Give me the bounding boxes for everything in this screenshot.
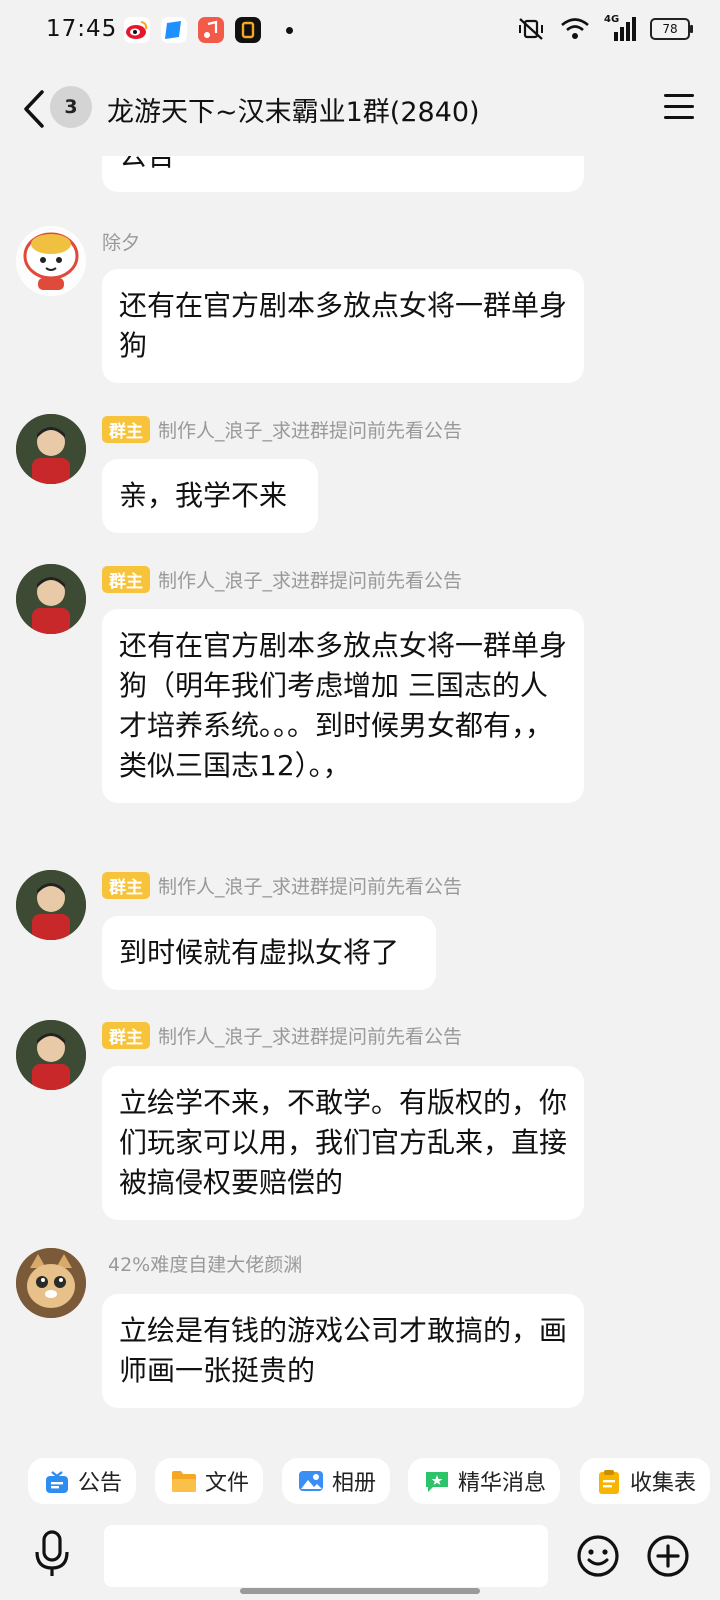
message-text: 立绘是有钱的游戏公司才敢搞的，画师画一张挺贵的 xyxy=(119,1314,568,1387)
album-icon xyxy=(298,1469,324,1493)
message-text: 公告 xyxy=(119,156,175,172)
music-app-icon xyxy=(198,17,224,43)
sender-row: 群主 制作人_浪子_求进群提问前先看公告 xyxy=(102,566,462,593)
page-title[interactable]: 龙游天下~汉末霸业1群(2840) xyxy=(107,90,480,129)
chip-label: 公告 xyxy=(78,1471,123,1496)
home-indicator[interactable] xyxy=(240,1588,480,1594)
message-bubble[interactable]: 还有在官方剧本多放点女将一群单身狗（明年我们考虑增加 三国志的人才培养系统。。。… xyxy=(102,609,584,803)
hamburger-icon-line xyxy=(664,94,694,97)
weibo-icon xyxy=(124,17,150,43)
avatar[interactable] xyxy=(16,1248,86,1318)
message-text: 还有在官方剧本多放点女将一群单身狗（明年我们考虑增加 三国志的人才培养系统。。。… xyxy=(119,629,568,782)
chat-header: 3 龙游天下~汉末霸业1群(2840) xyxy=(0,64,720,156)
sender-row: 群主 制作人_浪子_求进群提问前先看公告 xyxy=(102,416,462,443)
owner-badge: 群主 xyxy=(102,416,150,443)
more-notifications-dot xyxy=(286,26,293,34)
message-bubble[interactable]: 立绘是有钱的游戏公司才敢搞的，画师画一张挺贵的 xyxy=(102,1294,584,1408)
battery-icon: 78 xyxy=(650,18,693,40)
plus-circle-icon xyxy=(647,1535,689,1577)
message-text: 亲，我学不来 xyxy=(119,479,288,512)
avatar[interactable] xyxy=(16,1020,86,1090)
quick-action-bar: 公告 文件 相册 精华消息 收集表 xyxy=(0,1446,720,1518)
message-input[interactable] xyxy=(104,1525,548,1587)
menu-button[interactable] xyxy=(664,94,694,120)
chip-label: 相册 xyxy=(332,1471,377,1496)
hamburger-icon-line xyxy=(664,105,694,108)
files-button[interactable]: 文件 xyxy=(155,1458,264,1504)
more-actions-button[interactable] xyxy=(646,1534,690,1578)
sender-name[interactable]: 42%难度自建大佬颜渊 xyxy=(108,1250,302,1277)
signal-icon: 4G xyxy=(604,14,636,42)
blue-app-icon xyxy=(161,17,187,43)
microphone-icon xyxy=(35,1530,69,1576)
battery-level: 78 xyxy=(662,22,678,36)
message-bubble[interactable]: 立绘学不来，不敢学。有版权的，你们玩家可以用，我们官方乱来，直接被搞侵权要赔偿的 xyxy=(102,1066,584,1220)
message-bubble[interactable]: 还有在官方剧本多放点女将一群单身狗 xyxy=(102,269,584,383)
message-bubble[interactable]: 亲，我学不来 xyxy=(102,459,318,533)
message-list[interactable]: 公告 除夕 还有在官方剧本多放点女将一群单身狗 群主 制作人_浪子_求进群提问前… xyxy=(0,156,720,1446)
sender-row: 除夕 xyxy=(102,228,140,255)
avatar[interactable] xyxy=(16,414,86,484)
emoji-button[interactable] xyxy=(576,1534,620,1578)
folder-icon xyxy=(171,1469,197,1493)
message-bubble[interactable]: 公告 xyxy=(102,156,584,192)
chip-label: 文件 xyxy=(205,1471,250,1496)
message-bubble[interactable]: 到时候就有虚拟女将了 xyxy=(102,916,436,990)
sender-name[interactable]: 除夕 xyxy=(102,228,140,255)
form-button[interactable]: 收集表 xyxy=(580,1458,711,1504)
chevron-left-icon xyxy=(24,90,44,128)
sender-name[interactable]: 制作人_浪子_求进群提问前先看公告 xyxy=(158,1022,462,1049)
notification-icons xyxy=(124,17,293,43)
system-icons: 4G 78 xyxy=(516,14,693,42)
chip-label: 收集表 xyxy=(630,1471,697,1496)
hamburger-icon-line xyxy=(664,116,694,119)
wifi-icon xyxy=(561,18,589,39)
sender-name[interactable]: 制作人_浪子_求进群提问前先看公告 xyxy=(158,872,462,899)
sender-name[interactable]: 制作人_浪子_求进群提问前先看公告 xyxy=(158,416,462,443)
status-time: 17:45 xyxy=(46,16,118,42)
essence-messages-button[interactable]: 精华消息 xyxy=(408,1458,561,1504)
sender-name[interactable]: 制作人_浪子_求进群提问前先看公告 xyxy=(158,566,462,593)
sender-row: 群主 制作人_浪子_求进群提问前先看公告 xyxy=(102,872,462,899)
owner-badge: 群主 xyxy=(102,566,150,593)
avatar[interactable] xyxy=(16,870,86,940)
announcement-button[interactable]: 公告 xyxy=(28,1458,137,1504)
owner-badge: 群主 xyxy=(102,872,150,899)
form-icon xyxy=(596,1469,622,1494)
avatar[interactable] xyxy=(16,564,86,634)
avatar[interactable] xyxy=(16,226,86,296)
owner-badge: 群主 xyxy=(102,1022,150,1049)
status-bar: 17:45 4G 78 xyxy=(0,0,720,64)
album-button[interactable]: 相册 xyxy=(282,1458,391,1504)
smiley-icon xyxy=(577,1535,619,1577)
vibrate-mute-icon xyxy=(519,18,543,40)
chip-label: 精华消息 xyxy=(458,1471,547,1496)
voice-button[interactable] xyxy=(30,1526,74,1580)
unread-count-badge[interactable]: 3 xyxy=(50,86,92,128)
back-button[interactable] xyxy=(18,86,52,132)
black-app-icon xyxy=(235,17,261,43)
message-text: 立绘学不来，不敢学。有版权的，你们玩家可以用，我们官方乱来，直接被搞侵权要赔偿的 xyxy=(119,1086,568,1199)
sender-row: 42%难度自建大佬颜渊 xyxy=(102,1250,302,1277)
message-text: 还有在官方剧本多放点女将一群单身狗 xyxy=(119,289,568,362)
essence-icon xyxy=(424,1469,450,1493)
sender-row: 群主 制作人_浪子_求进群提问前先看公告 xyxy=(102,1022,462,1049)
announcement-icon xyxy=(44,1469,70,1493)
message-text: 到时候就有虚拟女将了 xyxy=(119,936,400,969)
